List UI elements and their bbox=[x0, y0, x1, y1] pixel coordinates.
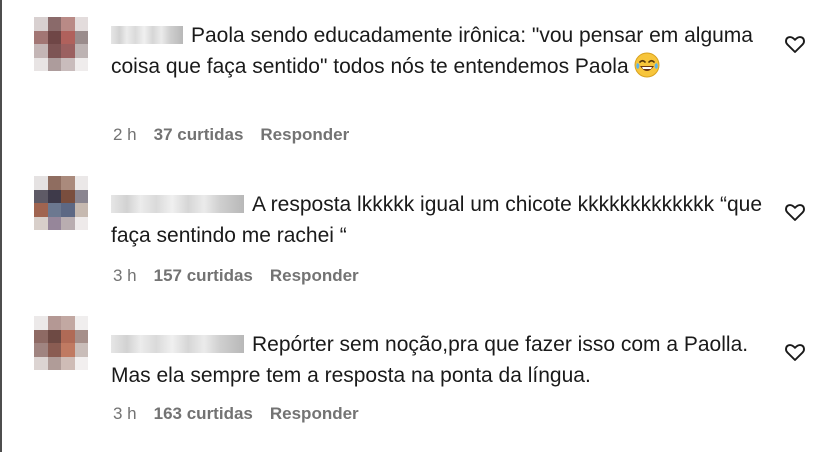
comment-text-block: Repórter sem noção,pra que fazer isso co… bbox=[111, 329, 771, 391]
avatar[interactable] bbox=[34, 176, 88, 230]
username-blurred[interactable] bbox=[111, 335, 244, 353]
reply-button[interactable]: Responder bbox=[270, 404, 359, 423]
timestamp: 3 h bbox=[113, 404, 137, 423]
window-edge bbox=[0, 0, 2, 452]
heart-outline-icon[interactable] bbox=[783, 340, 807, 364]
comment-meta: 2 h 37 curtidas Responder bbox=[113, 125, 366, 145]
comment-meta: 3 h 157 curtidas Responder bbox=[113, 266, 376, 286]
avatar[interactable] bbox=[34, 17, 88, 71]
comment-text-block: A resposta lkkkkk igual um chicote kkkkk… bbox=[111, 189, 771, 251]
likes-count[interactable]: 163 curtidas bbox=[154, 404, 253, 423]
likes-count[interactable]: 157 curtidas bbox=[154, 266, 253, 285]
reply-button[interactable]: Responder bbox=[260, 125, 349, 144]
reply-button[interactable]: Responder bbox=[270, 266, 359, 285]
comment-meta: 3 h 163 curtidas Responder bbox=[113, 404, 376, 424]
comment-text-block: Paola sendo educadamente irônica: "vou p… bbox=[111, 20, 771, 82]
avatar[interactable] bbox=[34, 316, 88, 370]
heart-outline-icon[interactable] bbox=[783, 32, 807, 56]
username-blurred[interactable] bbox=[111, 26, 183, 44]
timestamp: 3 h bbox=[113, 266, 137, 285]
username-blurred[interactable] bbox=[111, 195, 244, 213]
timestamp: 2 h bbox=[113, 125, 137, 144]
likes-count[interactable]: 37 curtidas bbox=[154, 125, 244, 144]
tears-of-joy-emoji bbox=[634, 52, 660, 78]
heart-outline-icon[interactable] bbox=[783, 200, 807, 224]
